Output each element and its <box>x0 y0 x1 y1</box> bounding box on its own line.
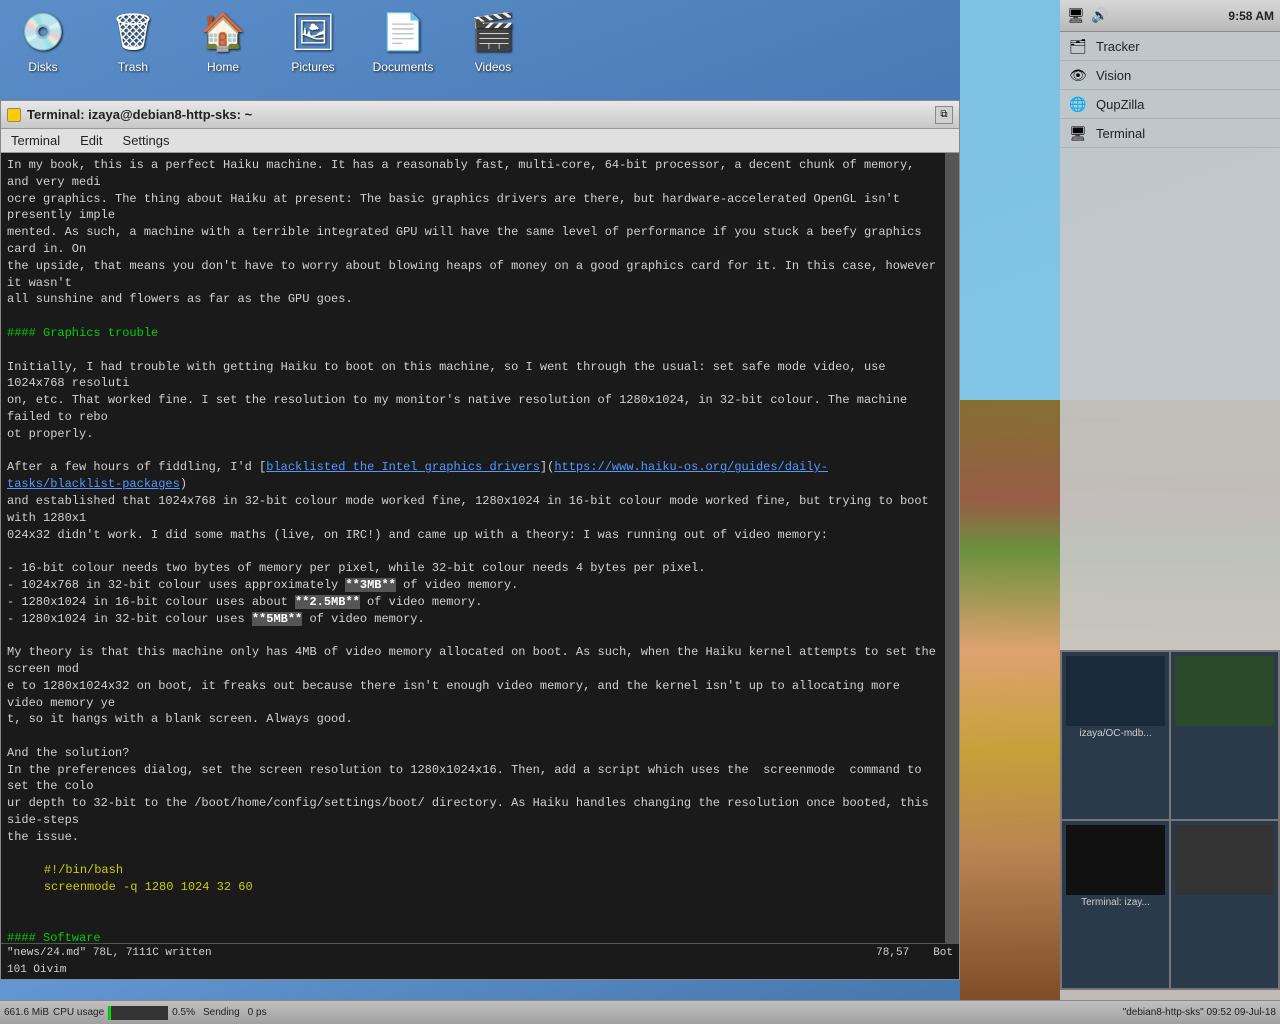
thumb-preview-1 <box>1066 656 1165 726</box>
terminal-menubar: Terminal Edit Settings <box>1 129 959 153</box>
tracker-icon: 🗂 <box>1068 36 1088 56</box>
disks-icon: 💿 <box>19 8 67 56</box>
menu-terminal[interactable]: Terminal <box>1 129 70 152</box>
desktop-icon-pictures[interactable]: 🖼 Pictures <box>278 8 348 74</box>
desktop-icon-documents[interactable]: 📄 Documents <box>368 8 438 74</box>
launcher-item-vision[interactable]: 👁 Vision <box>1060 61 1280 90</box>
terminal-icon: 🖥 <box>1068 123 1088 143</box>
terminal-text-content[interactable]: In my book, this is a perfect Haiku mach… <box>1 153 945 943</box>
launcher-item-terminal[interactable]: 🖥 Terminal <box>1060 119 1280 148</box>
launcher-tracker-label: Tracker <box>1096 39 1140 54</box>
statusbar-file: "news/24.md" 78L, 7111C written <box>7 947 872 959</box>
thumbnail-3[interactable]: Terminal: izay... <box>1062 821 1169 988</box>
cpu-bar <box>108 1006 168 1020</box>
thumb-preview-3 <box>1066 825 1165 895</box>
system-tray: 🖥 🔊 9:58 AM <box>1060 0 1280 32</box>
home-icon: 🏠 <box>199 8 247 56</box>
tray-time: 9:58 AM <box>1228 9 1274 23</box>
trash-icon: 🗑 <box>109 8 157 56</box>
documents-label: Documents <box>373 60 434 74</box>
code-shebang: #!/bin/bash screenmode -q 1280 1024 32 6… <box>7 862 939 896</box>
memory-display: 661.6 MiB <box>4 1007 49 1018</box>
videos-icon: 🎬 <box>469 8 517 56</box>
bottom-bar: 661.6 MiB CPU usage 0.5% Sending 0 ps "d… <box>0 1000 1280 1024</box>
terminal-window: Terminal: izaya@debian8-http-sks: ~ ⧉ Te… <box>0 100 960 980</box>
net-label: Sending <box>203 1007 240 1018</box>
documents-icon: 📄 <box>379 8 427 56</box>
terminal-cmdline: 101 Oivim <box>1 961 959 979</box>
blacklist-link[interactable]: blacklisted the Intel graphics drivers <box>266 460 540 474</box>
statusbar-position: 78,57 <box>876 947 909 959</box>
thumb-label-3: Terminal: izay... <box>1066 897 1165 908</box>
cmdline-text: 101 Oivim <box>7 964 66 976</box>
copy-button[interactable]: ⧉ <box>935 106 953 124</box>
thumb-preview-2 <box>1175 656 1274 726</box>
thumbnail-2[interactable] <box>1171 652 1278 819</box>
terminal-scrollbar[interactable] <box>945 153 959 943</box>
bottom-datetime: "debian8-http-sks" 09:52 09-Jul-18 <box>1123 1007 1276 1018</box>
bold-2.5mb: **2.5MB** <box>295 595 360 609</box>
thumb-label-1: izaya/OC-mdb... <box>1066 728 1165 739</box>
menu-settings[interactable]: Settings <box>113 129 180 152</box>
launcher-item-qupzilla[interactable]: 🌐 QupZilla <box>1060 90 1280 119</box>
title-led <box>7 108 21 122</box>
right-panel: 🖥 🔊 9:58 AM 🗂 Tracker 👁 Vision 🌐 QupZill… <box>1060 0 1280 1024</box>
videos-label: Videos <box>475 60 511 74</box>
thumbnail-1[interactable]: izaya/OC-mdb... <box>1062 652 1169 819</box>
thumbnails-area: izaya/OC-mdb... Terminal: izay... <box>1060 650 1280 990</box>
cpu-pct: 0.5% <box>172 1007 195 1018</box>
qupzilla-icon: 🌐 <box>1068 94 1088 114</box>
cpu-label: CPU usage <box>53 1007 104 1018</box>
launcher-terminal-label: Terminal <box>1096 126 1145 141</box>
bold-5mb: **5MB** <box>252 612 302 626</box>
desktop-icon-trash[interactable]: 🗑 Trash <box>98 8 168 74</box>
desktop: 💿 Disks 🗑 Trash 🏠 Home 🖼 Pictures 📄 Docu… <box>0 0 1280 1024</box>
terminal-pre: In my book, this is a perfect Haiku mach… <box>7 157 939 943</box>
bold-3mb: **3MB** <box>345 578 395 592</box>
launcher-item-tracker[interactable]: 🗂 Tracker <box>1060 32 1280 61</box>
desktop-icons-area: 💿 Disks 🗑 Trash 🏠 Home 🖼 Pictures 📄 Docu… <box>8 8 528 74</box>
launcher-qupzilla-label: QupZilla <box>1096 97 1144 112</box>
terminal-titlebar: Terminal: izaya@debian8-http-sks: ~ ⧉ <box>1 101 959 129</box>
terminal-title: Terminal: izaya@debian8-http-sks: ~ <box>27 107 929 122</box>
heading-software: #### Software <box>7 931 101 943</box>
net-value: 0 ps <box>248 1007 267 1018</box>
pictures-icon: 🖼 <box>289 8 337 56</box>
trash-label: Trash <box>118 60 148 74</box>
launcher-vision-label: Vision <box>1096 68 1131 83</box>
thumb-preview-4 <box>1175 825 1274 895</box>
heading-graphics-trouble: #### Graphics trouble <box>7 326 158 340</box>
menu-edit[interactable]: Edit <box>70 129 112 152</box>
desktop-icon-disks[interactable]: 💿 Disks <box>8 8 78 74</box>
statusbar-mode: Bot <box>933 947 953 959</box>
vision-icon: 👁 <box>1068 65 1088 85</box>
disks-label: Disks <box>28 60 57 74</box>
terminal-statusbar: "news/24.md" 78L, 7111C written 78,57 Bo… <box>1 943 959 961</box>
tray-icon-monitor: 🖥 <box>1066 6 1086 26</box>
cpu-fill <box>108 1006 111 1020</box>
terminal-content-area: In my book, this is a perfect Haiku mach… <box>1 153 959 943</box>
desktop-icon-home[interactable]: 🏠 Home <box>188 8 258 74</box>
home-label: Home <box>207 60 239 74</box>
pictures-label: Pictures <box>291 60 334 74</box>
desktop-icon-videos[interactable]: 🎬 Videos <box>458 8 528 74</box>
tray-icon-sound: 🔊 <box>1090 6 1110 26</box>
thumbnail-4[interactable] <box>1171 821 1278 988</box>
